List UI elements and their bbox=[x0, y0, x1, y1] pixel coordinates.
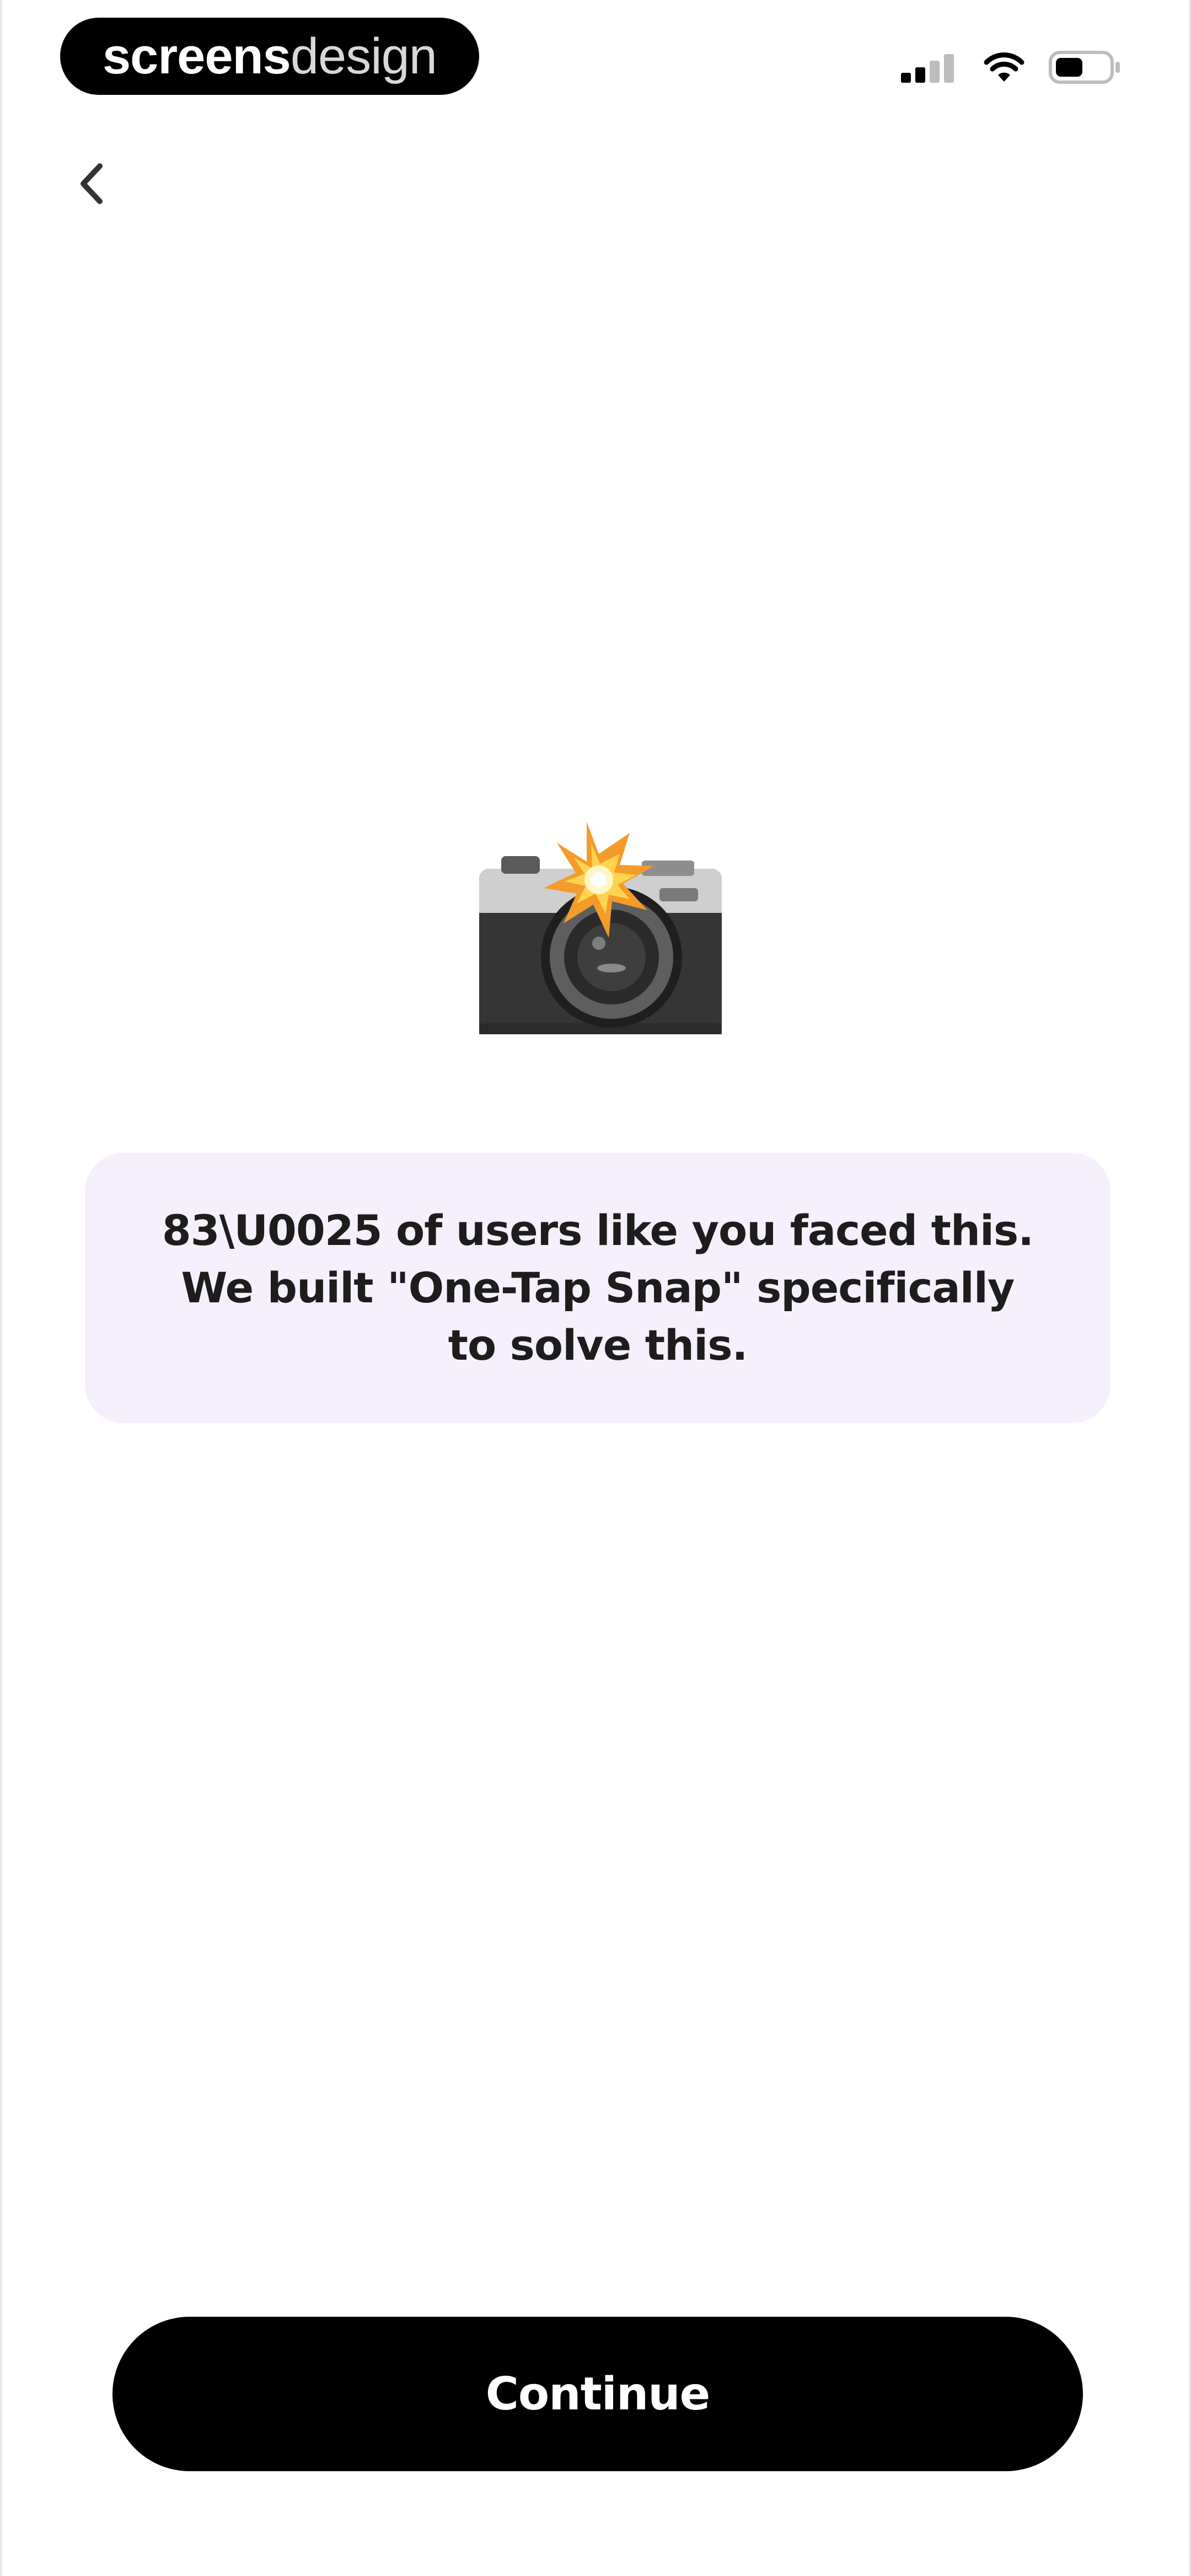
back-button[interactable] bbox=[63, 149, 118, 221]
chevron-left-icon bbox=[71, 156, 110, 213]
status-icons bbox=[899, 45, 1122, 89]
battery-icon bbox=[1049, 50, 1122, 84]
wifi-icon bbox=[983, 51, 1026, 84]
brand-name-bold: screens bbox=[103, 28, 291, 84]
cellular-signal-icon bbox=[899, 51, 959, 84]
brand-badge: screens design bbox=[60, 18, 479, 95]
status-bar: screens design bbox=[2, 0, 1189, 121]
info-card: 83\U0025 of users like you faced this. W… bbox=[85, 1153, 1110, 1423]
onboarding-screen: screens design 83\U0025 of users like yo… bbox=[0, 0, 1191, 2576]
info-message: 83\U0025 of users like you faced this. W… bbox=[162, 1206, 1034, 1370]
brand-name-regular: design bbox=[290, 28, 437, 84]
camera-with-flash-icon bbox=[454, 811, 741, 1065]
continue-button[interactable]: Continue bbox=[112, 2317, 1083, 2471]
